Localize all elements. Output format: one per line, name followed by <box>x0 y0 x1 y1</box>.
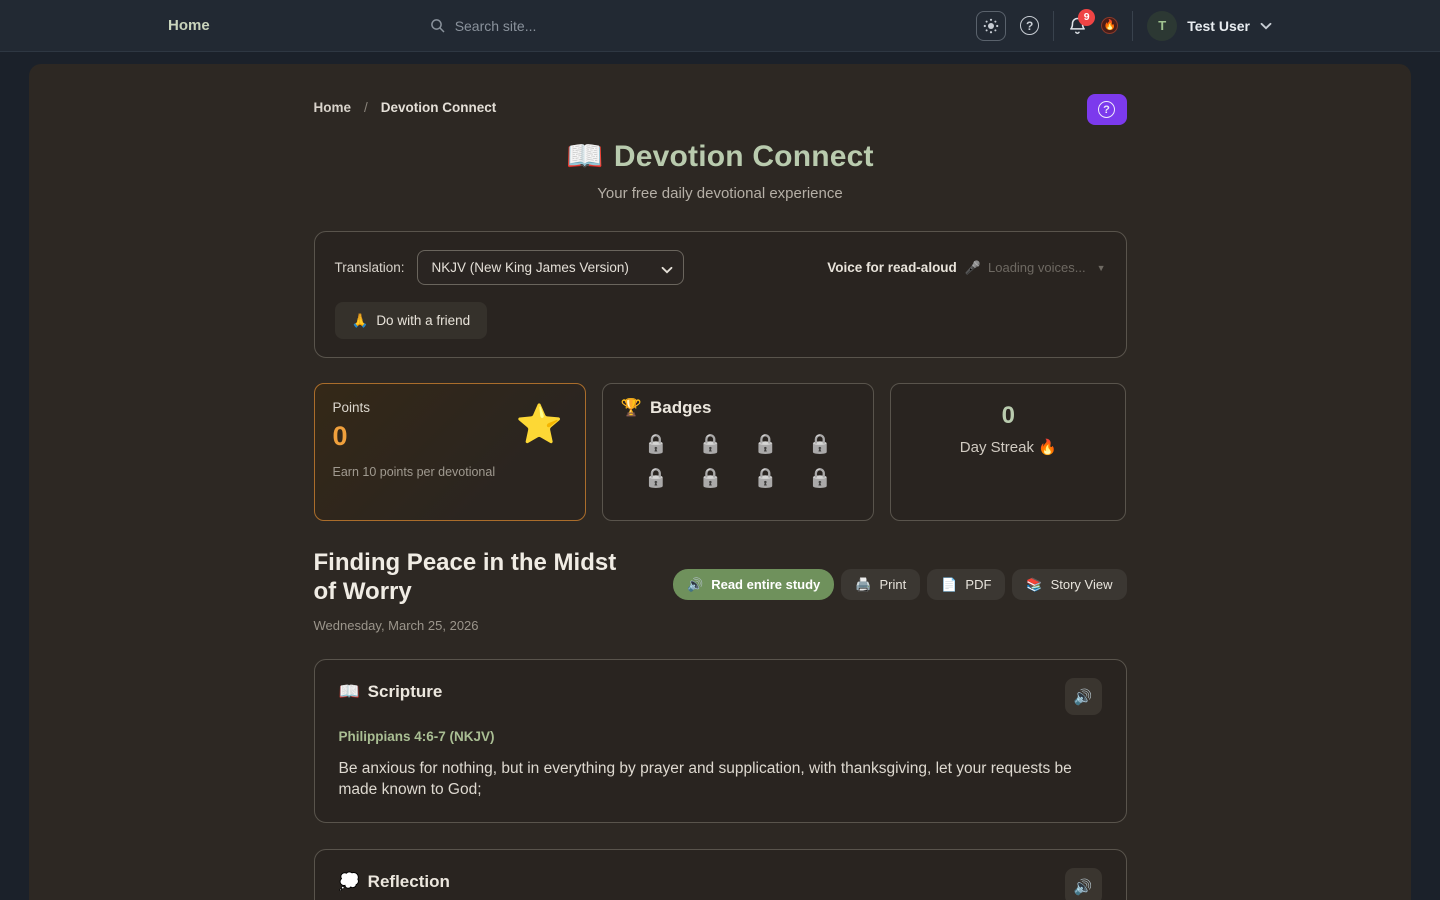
lock-icon: 🔒 <box>644 432 668 456</box>
reflection-card: 💭 Reflection 🔊 In a world often characte… <box>314 849 1127 900</box>
speaker-icon: 🔊 <box>1074 878 1093 896</box>
do-with-friend-button[interactable]: 🙏 Do with a friend <box>335 302 488 339</box>
site-search <box>430 18 675 34</box>
chevron-down-icon <box>1260 22 1272 30</box>
star-icon: ⭐ <box>516 406 563 444</box>
story-view-button[interactable]: 📚 Story View <box>1012 569 1126 600</box>
top-navbar: Home ? <box>0 0 1440 52</box>
fire-alert-icon[interactable]: 🔥 <box>1101 17 1118 34</box>
microphone-icon: 🎤 <box>965 260 981 276</box>
nav-divider <box>1053 11 1054 41</box>
books-icon: 📚 <box>1026 577 1042 593</box>
fire-icon: 🔥 <box>1038 439 1057 456</box>
page-title: 📖Devotion Connect <box>314 139 1127 174</box>
pdf-button[interactable]: 📄 PDF <box>927 569 1005 600</box>
thought-balloon-icon: 💭 <box>339 872 360 892</box>
settings-card: Translation: NKJV (New King James Versio… <box>314 231 1127 358</box>
lock-icon: 🔒 <box>644 466 668 490</box>
caret-down-icon: ▼ <box>1097 263 1106 273</box>
sun-icon <box>983 18 999 34</box>
breadcrumb-separator: / <box>364 100 368 115</box>
document-icon: 📄 <box>941 577 957 593</box>
streak-label: Day Streak 🔥 <box>960 438 1057 456</box>
lock-icon: 🔒 <box>808 432 832 456</box>
breadcrumb-home-link[interactable]: Home <box>314 100 352 115</box>
badges-title: 🏆 Badges <box>621 398 855 418</box>
user-menu[interactable]: T Test User <box>1147 11 1272 41</box>
scripture-title: 📖 Scripture <box>339 682 443 702</box>
search-icon <box>430 18 446 34</box>
trophy-icon: 🏆 <box>621 398 642 418</box>
devotional-actions: 🔊 Read entire study 🖨️ Print 📄 PDF 📚 Sto… <box>673 569 1126 600</box>
devotional-title: Finding Peace in the Midst of Worry <box>314 548 644 606</box>
pray-icon: 🙏 <box>352 313 369 329</box>
avatar: T <box>1147 11 1177 41</box>
question-icon: ? <box>1098 101 1115 118</box>
streak-card: 0 Day Streak 🔥 <box>890 383 1126 521</box>
scripture-read-aloud-button[interactable]: 🔊 <box>1065 678 1102 715</box>
lock-icon: 🔒 <box>753 432 777 456</box>
translation-select[interactable]: NKJV (New King James Version) <box>417 250 684 285</box>
question-icon: ? <box>1020 16 1039 35</box>
lock-icon: 🔒 <box>699 466 723 490</box>
breadcrumb: Home / Devotion Connect <box>314 94 497 115</box>
page-header: 📖Devotion Connect Your free daily devoti… <box>314 139 1127 202</box>
content-column: Home / Devotion Connect ? 📖Devotion Conn… <box>314 64 1127 900</box>
printer-icon: 🖨️ <box>855 577 871 593</box>
lock-icon: 🔒 <box>808 466 832 490</box>
reflection-title: 💭 Reflection <box>339 872 450 892</box>
user-name: Test User <box>1187 18 1250 34</box>
nav-divider <box>1132 11 1133 41</box>
navbar-controls: ? 9 🔥 T Test User <box>976 11 1272 41</box>
voice-select[interactable]: 🎤 Loading voices... ▼ <box>965 260 1106 276</box>
points-card: Points 0 Earn 10 points per devotional ⭐ <box>314 383 586 521</box>
scripture-text: Be anxious for nothing, but in everythin… <box>339 758 1079 800</box>
page-subtitle: Your free daily devotional experience <box>314 185 1127 202</box>
theme-toggle-button[interactable] <box>976 11 1006 41</box>
notification-badge: 9 <box>1078 9 1095 26</box>
main-panel: Home / Devotion Connect ? 📖Devotion Conn… <box>29 64 1411 900</box>
devotional-header: Finding Peace in the Midst of Worry Wedn… <box>314 548 1127 633</box>
notifications-button[interactable]: 9 <box>1068 16 1087 36</box>
help-button[interactable]: ? <box>1020 16 1039 35</box>
lock-icon: 🔒 <box>753 466 777 490</box>
reflection-read-aloud-button[interactable]: 🔊 <box>1065 868 1102 900</box>
nav-home-link[interactable]: Home <box>168 17 210 34</box>
book-icon: 📖 <box>566 140 604 173</box>
badges-grid: 🔒 🔒 🔒 🔒 🔒 🔒 🔒 🔒 <box>621 432 855 490</box>
streak-value: 0 <box>1002 402 1015 430</box>
translation-label: Translation: <box>335 260 405 275</box>
points-subtext: Earn 10 points per devotional <box>333 465 567 479</box>
speaker-icon: 🔊 <box>1074 688 1093 706</box>
scripture-reference: Philippians 4:6-7 (NKJV) <box>339 729 1102 744</box>
badges-card: 🏆 Badges 🔒 🔒 🔒 🔒 🔒 🔒 🔒 🔒 <box>602 383 874 521</box>
stats-row: Points 0 Earn 10 points per devotional ⭐… <box>314 383 1127 521</box>
voice-label: Voice for read-aloud <box>827 260 957 275</box>
read-entire-study-button[interactable]: 🔊 Read entire study <box>673 569 834 600</box>
scripture-card: 📖 Scripture 🔊 Philippians 4:6-7 (NKJV) B… <box>314 659 1127 823</box>
open-book-icon: 📖 <box>339 682 360 702</box>
page-help-button[interactable]: ? <box>1087 94 1127 125</box>
search-input[interactable] <box>455 18 675 34</box>
speaker-icon: 🔊 <box>687 577 703 593</box>
lock-icon: 🔒 <box>699 432 723 456</box>
print-button[interactable]: 🖨️ Print <box>841 569 920 600</box>
breadcrumb-current: Devotion Connect <box>381 100 497 115</box>
voice-loading-text: Loading voices... <box>988 260 1086 275</box>
devotional-date: Wednesday, March 25, 2026 <box>314 618 674 633</box>
